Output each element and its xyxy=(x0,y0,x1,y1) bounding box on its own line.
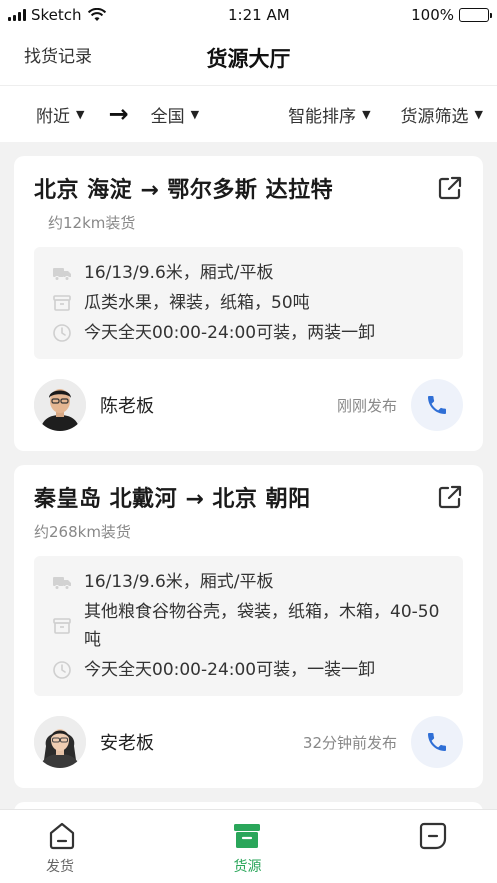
schedule-text: 今天全天00:00-24:00可装，一装一卸 xyxy=(84,660,376,680)
caret-down-icon: ▼ xyxy=(190,107,200,121)
schedule-text: 今天全天00:00-24:00可装，两装一卸 xyxy=(84,323,376,343)
filter-smart-sort[interactable]: 智能排序 ▼ xyxy=(288,102,370,127)
cargo-info-box: 16/13/9.6米，厢式/平板 瓜类水果，裸装，纸箱，50吨 今天全天00:0… xyxy=(34,247,463,359)
search-history-link[interactable]: 找货记录 xyxy=(24,42,92,67)
home-icon xyxy=(49,822,75,850)
caret-down-icon: ▼ xyxy=(362,107,371,121)
share-icon[interactable] xyxy=(437,484,463,510)
vehicle-text: 16/13/9.6米，厢式/平板 xyxy=(84,572,274,592)
filter-origin-label: 附近 xyxy=(36,106,70,127)
avatar[interactable] xyxy=(34,716,86,768)
call-button[interactable] xyxy=(411,379,463,431)
direction-arrow: → xyxy=(108,100,129,128)
goods-text: 其他粮食谷物谷壳，袋装，纸箱，木箱，40-50吨 xyxy=(84,602,440,650)
route-row: 秦皇岛 北戴河 → 北京 朝阳 xyxy=(34,481,463,513)
vehicle-row: 16/13/9.6米，厢式/平板 xyxy=(52,568,447,596)
owner-name: 安老板 xyxy=(100,733,154,754)
call-button[interactable] xyxy=(411,716,463,768)
schedule-row: 今天全天00:00-24:00可装，两装一卸 xyxy=(52,319,447,347)
truck-icon xyxy=(53,268,71,281)
phone-icon xyxy=(428,396,446,414)
carrier-label: Sketch xyxy=(31,6,82,24)
status-right: 100% xyxy=(411,6,492,24)
cargo-list: 北京 海淀 → 鄂尔多斯 达拉特 约12km装货 16/13/9.6米，厢式/平… xyxy=(14,156,483,862)
filter-sort-label: 智能排序 xyxy=(288,106,357,127)
cargo-card[interactable]: 北京 海淀 → 鄂尔多斯 达拉特 约12km装货 16/13/9.6米，厢式/平… xyxy=(14,156,483,451)
filter-bar: 附近 ▼ → 全国 ▼ 智能排序 ▼ 货源筛选 ▼ xyxy=(0,86,497,142)
owner-row: 安老板 32分钟前发布 xyxy=(34,716,463,768)
tab-bar: 发货 货源 xyxy=(0,809,497,883)
publish-time: 32分钟前发布 xyxy=(302,733,397,752)
tab-cargo-label: 货源 xyxy=(233,859,262,875)
filter-destination-nationwide[interactable]: 全国 ▼ xyxy=(151,102,199,127)
filter-origin-nearby[interactable]: 附近 ▼ xyxy=(36,102,84,127)
load-distance: 约12km装货 xyxy=(48,214,136,232)
battery-percent: 100% xyxy=(411,6,454,24)
status-time: 1:21 AM xyxy=(228,6,290,24)
wifi-icon xyxy=(87,8,106,21)
route-title: 北京 海淀 → 鄂尔多斯 达拉特 xyxy=(34,178,334,203)
route-title: 秦皇岛 北戴河 → 北京 朝阳 xyxy=(34,487,311,512)
status-bar: Sketch 1:21 AM 100% xyxy=(0,0,497,30)
schedule-row: 今天全天00:00-24:00可装，一装一卸 xyxy=(52,656,447,684)
tab-cargo[interactable]: 货源 xyxy=(180,820,314,876)
filter-cargo-filter[interactable]: 货源筛选 ▼ xyxy=(401,102,483,127)
route-row: 北京 海淀 → 鄂尔多斯 达拉特 xyxy=(34,172,463,204)
cargo-info-box: 16/13/9.6米，厢式/平板 其他粮食谷物谷壳，袋装，纸箱，木箱，40-50… xyxy=(34,556,463,696)
nav-bar: 找货记录 货源大厅 xyxy=(0,30,497,86)
clock-icon xyxy=(53,661,71,679)
phone-icon xyxy=(428,733,446,751)
goods-text: 瓜类水果，裸装，纸箱，50吨 xyxy=(84,293,310,313)
vehicle-text: 16/13/9.6米，厢式/平板 xyxy=(84,263,274,283)
owner-row: 陈老板 刚刚发布 xyxy=(34,379,463,431)
publish-time: 刚刚发布 xyxy=(336,396,397,415)
box-icon xyxy=(53,618,71,634)
clock-icon xyxy=(53,324,71,342)
page-title: 货源大厅 xyxy=(206,46,291,71)
caret-down-icon: ▼ xyxy=(76,107,85,121)
box-icon xyxy=(53,295,71,311)
filter-destination-label: 全国 xyxy=(150,106,185,127)
cargo-box-icon xyxy=(234,824,261,848)
goods-row: 瓜类水果，裸装，纸箱，50吨 xyxy=(52,289,447,317)
owner-name: 陈老板 xyxy=(100,396,154,417)
load-distance: 约268km装货 xyxy=(34,523,131,541)
tab-ship[interactable]: 发货 xyxy=(0,820,180,876)
vehicle-row: 16/13/9.6米，厢式/平板 xyxy=(52,259,447,287)
caret-down-icon: ▼ xyxy=(474,107,483,121)
truck-icon xyxy=(53,577,71,590)
tab-messages[interactable] xyxy=(315,820,497,852)
tab-ship-label: 发货 xyxy=(46,859,74,875)
share-icon[interactable] xyxy=(437,175,463,201)
chat-bubble-icon xyxy=(419,822,447,850)
signal-icon xyxy=(8,9,26,21)
filter-cargo-label: 货源筛选 xyxy=(400,106,469,127)
status-left: Sketch xyxy=(8,6,107,24)
goods-row: 其他粮食谷物谷壳，袋装，纸箱，木箱，40-50吨 xyxy=(52,598,447,654)
avatar[interactable] xyxy=(34,379,86,431)
battery-icon xyxy=(459,8,492,22)
cargo-card[interactable]: 秦皇岛 北戴河 → 北京 朝阳 约268km装货 16/13/9.6米，厢式/平… xyxy=(14,465,483,788)
